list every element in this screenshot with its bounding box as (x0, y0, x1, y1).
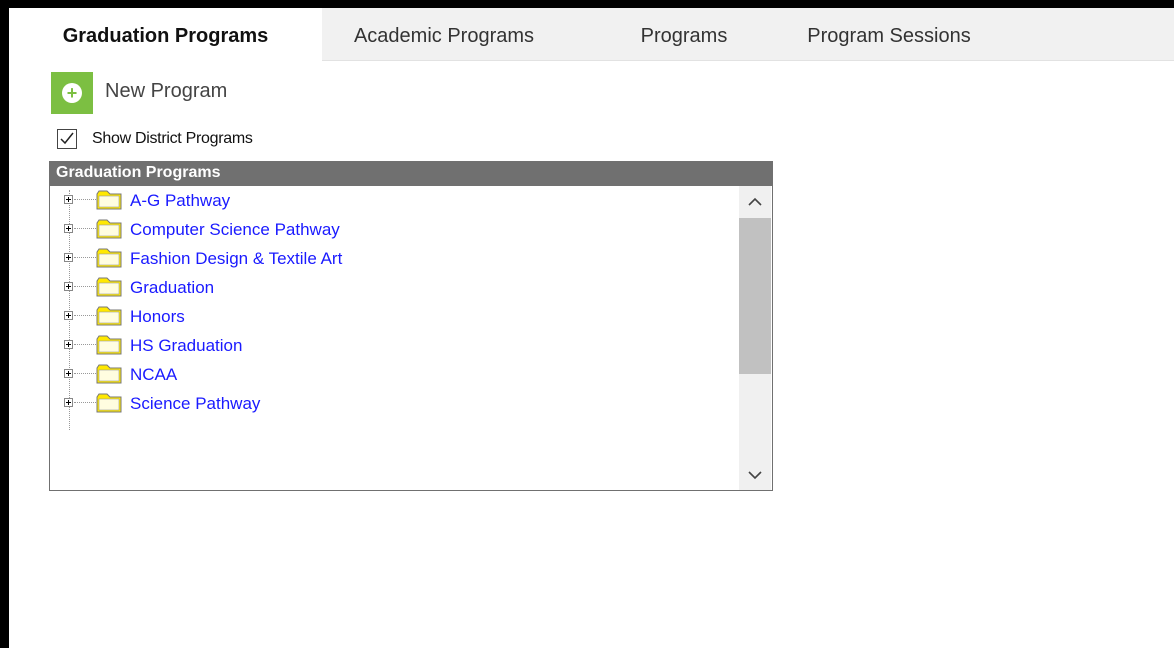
scroll-thumb[interactable] (739, 218, 771, 374)
new-program-label[interactable]: New Program (105, 80, 227, 103)
tree-item[interactable]: Honors (64, 304, 664, 328)
tree-connector (74, 315, 96, 316)
tree-connector (74, 344, 96, 345)
tab-program-sessions[interactable]: Program Sessions (774, 8, 1004, 60)
expand-icon[interactable] (64, 282, 73, 291)
expand-icon[interactable] (64, 195, 73, 204)
scroll-down-button[interactable] (739, 460, 771, 490)
tree-item[interactable]: A-G Pathway (64, 188, 664, 212)
tree-item-label[interactable]: Computer Science Pathway (130, 220, 340, 240)
tree-item[interactable]: Graduation (64, 275, 664, 299)
tree-item-label[interactable]: Graduation (130, 278, 214, 298)
tab-academic-programs[interactable]: Academic Programs (339, 8, 549, 60)
tree-connector (74, 228, 96, 229)
tree-item-label[interactable]: A-G Pathway (130, 191, 230, 211)
app-frame: Graduation Programs Academic Programs Pr… (9, 8, 1174, 648)
folder-icon (96, 190, 122, 210)
tab-graduation-programs[interactable]: Graduation Programs (9, 8, 322, 61)
tree-connector (74, 199, 96, 200)
graduation-programs-panel: Graduation Programs A-G Pathway Computer… (49, 161, 773, 491)
expand-icon[interactable] (64, 340, 73, 349)
scroll-up-button[interactable] (739, 186, 771, 216)
tree-item[interactable]: HS Graduation (64, 333, 664, 357)
tree-item-label[interactable]: HS Graduation (130, 336, 242, 356)
folder-icon (96, 364, 122, 384)
vertical-scrollbar[interactable] (739, 186, 771, 490)
checkmark-icon (60, 132, 74, 145)
expand-icon[interactable] (64, 398, 73, 407)
tree-item[interactable]: Computer Science Pathway (64, 217, 664, 241)
expand-icon[interactable] (64, 311, 73, 320)
tree-connector (74, 257, 96, 258)
panel-title: Graduation Programs (50, 162, 772, 186)
plus-circle-icon: + (62, 83, 82, 103)
program-tree: A-G Pathway Computer Science Pathway Fas… (50, 186, 740, 490)
folder-icon (96, 393, 122, 413)
tree-item[interactable]: Fashion Design & Textile Art (64, 246, 664, 270)
folder-icon (96, 219, 122, 239)
expand-icon[interactable] (64, 253, 73, 262)
tree-item[interactable]: NCAA (64, 362, 664, 386)
tab-programs[interactable]: Programs (614, 8, 754, 60)
expand-icon[interactable] (64, 369, 73, 378)
folder-icon (96, 335, 122, 355)
folder-icon (96, 248, 122, 268)
folder-icon (96, 306, 122, 326)
tree-connector (74, 286, 96, 287)
chevron-down-icon (748, 471, 762, 480)
chevron-up-icon (748, 197, 762, 206)
folder-icon (96, 277, 122, 297)
tree-item[interactable]: Science Pathway (64, 391, 664, 415)
new-program-icon-box[interactable]: + (51, 72, 93, 114)
tab-bar: Graduation Programs Academic Programs Pr… (9, 8, 1174, 61)
show-district-checkbox[interactable] (57, 129, 77, 149)
expand-icon[interactable] (64, 224, 73, 233)
tree-item-label[interactable]: Science Pathway (130, 394, 260, 414)
tree-connector (74, 402, 96, 403)
tree-connector (74, 373, 96, 374)
tree-item-label[interactable]: NCAA (130, 365, 177, 385)
show-district-label[interactable]: Show District Programs (92, 130, 253, 148)
tree-item-label[interactable]: Honors (130, 307, 185, 327)
tree-item-label[interactable]: Fashion Design & Textile Art (130, 249, 342, 269)
